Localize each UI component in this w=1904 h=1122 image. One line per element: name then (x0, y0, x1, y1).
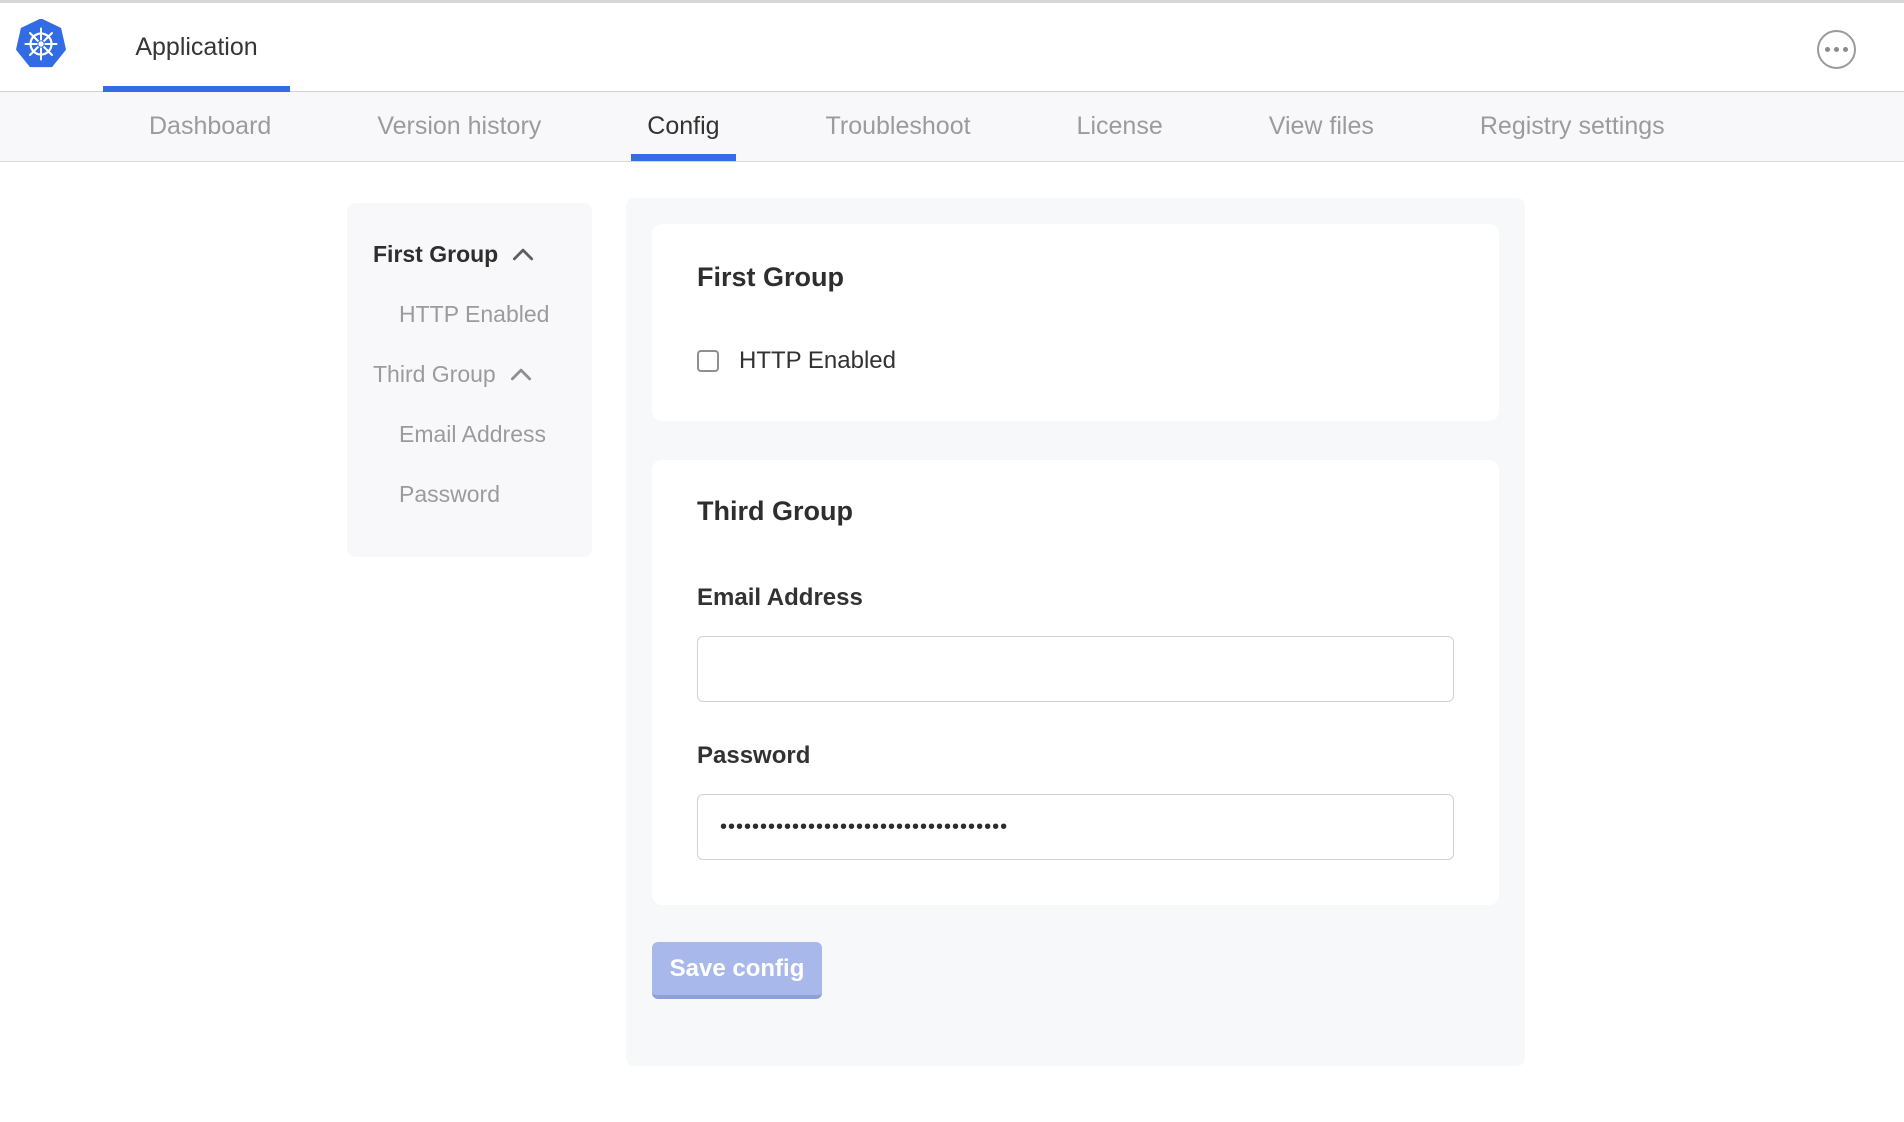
http-enabled-checkbox[interactable] (697, 350, 719, 372)
tab-registry-settings[interactable]: Registry settings (1480, 92, 1665, 161)
sidebar-item-password[interactable]: Password (373, 480, 592, 508)
sidebar-item-email-address[interactable]: Email Address (373, 420, 592, 448)
kubernetes-logo-icon (16, 19, 66, 69)
save-config-button[interactable]: Save config (652, 942, 822, 999)
config-group-first: First Group HTTP Enabled (652, 224, 1499, 421)
group-title: Third Group (697, 496, 1454, 527)
group-title: First Group (697, 262, 1454, 293)
config-group-third: Third Group Email Address Password (652, 460, 1499, 905)
chevron-up-icon (510, 368, 532, 381)
tab-license[interactable]: License (1077, 92, 1163, 161)
checkbox-label: HTTP Enabled (739, 347, 896, 375)
app-header: Application (0, 3, 1904, 92)
sidebar-item-third-group[interactable]: Third Group (373, 360, 592, 388)
tab-version-history[interactable]: Version history (377, 92, 541, 161)
app-tab-label: Application (135, 33, 257, 62)
password-field-group: Password (697, 742, 1454, 860)
config-panel: First Group HTTP Enabled Third Group Ema… (626, 198, 1525, 1066)
password-input[interactable] (697, 794, 1454, 860)
tab-config[interactable]: Config (647, 92, 719, 161)
overflow-menu-button[interactable] (1817, 30, 1856, 69)
app-tab-application[interactable]: Application (103, 3, 290, 91)
config-sidebar: First Group HTTP Enabled Third Group Ema… (347, 203, 592, 557)
email-address-label: Email Address (697, 584, 1454, 612)
tab-troubleshoot[interactable]: Troubleshoot (826, 92, 971, 161)
password-label: Password (697, 742, 1454, 770)
sidebar-item-http-enabled[interactable]: HTTP Enabled (373, 300, 592, 328)
app-nav-tabs: Dashboard Version history Config Trouble… (0, 92, 1904, 162)
http-enabled-option[interactable]: HTTP Enabled (697, 347, 1454, 375)
tab-dashboard[interactable]: Dashboard (149, 92, 271, 161)
sidebar-item-first-group[interactable]: First Group (373, 240, 592, 268)
email-address-field-group: Email Address (697, 584, 1454, 702)
email-address-input[interactable] (697, 636, 1454, 702)
ellipsis-icon (1825, 47, 1830, 52)
config-page: First Group HTTP Enabled Third Group Ema… (0, 162, 1904, 1121)
chevron-up-icon (512, 248, 534, 261)
tab-view-files[interactable]: View files (1269, 92, 1374, 161)
